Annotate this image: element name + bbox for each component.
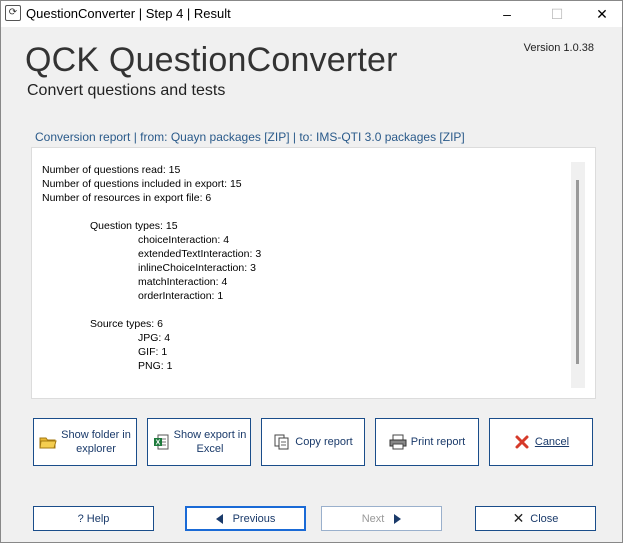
report-line: Number of questions read: 15 [42,164,181,176]
report-line: Number of resources in export file: 6 [42,192,212,204]
minimize-button[interactable]: – [484,1,530,27]
maximize-button[interactable]: ☐ [534,1,580,27]
cancel-button[interactable]: Cancel [489,418,593,466]
excel-icon: X [152,434,170,450]
next-label: Next [361,512,385,525]
svg-text:X: X [155,440,160,447]
report-line: GIF: 1 [138,346,168,358]
arrow-left-icon [215,513,223,524]
window-title: QuestionConverter | Step 4 | Result [26,6,231,21]
report-line: PNG: 1 [138,360,173,372]
show-folder-label-line2: explorer [76,443,116,455]
report-line: inlineChoiceInteraction: 3 [138,262,256,274]
next-button[interactable]: Next [321,506,442,531]
print-report-label: Print report [410,436,466,448]
arrow-right-icon [394,513,402,524]
report-line: extendedTextInteraction: 3 [138,248,262,260]
report-content: Number of questions read: 15 Number of q… [42,163,261,373]
help-label: ? Help [77,512,110,525]
folder-icon [39,434,57,450]
copy-icon [273,434,291,450]
report-line: Source types: 6 [90,318,163,330]
close-button[interactable]: ✕ Close [475,506,596,531]
close-window-button[interactable]: ✕ [579,1,623,27]
report-line: Number of questions included in export: … [42,178,242,190]
printer-icon [389,434,407,450]
cancel-label: Cancel [534,436,570,448]
report-textbox[interactable]: Number of questions read: 15 Number of q… [31,147,596,399]
print-report-button[interactable]: Print report [375,418,479,466]
report-line: JPG: 4 [138,332,171,344]
cancel-icon [513,434,531,450]
scrollbar-thumb[interactable] [576,180,579,364]
show-excel-label-line1: Show export in [173,429,247,441]
close-label: Close [530,512,559,525]
close-icon: ✕ [512,510,525,526]
report-line: choiceInteraction: 4 [138,234,230,246]
show-excel-label-line2: Excel [196,443,224,455]
copy-report-button[interactable]: Copy report [261,418,365,466]
version-label: Version 1.0.38 [523,42,594,54]
report-line: matchInteraction: 4 [138,276,228,288]
report-line: orderInteraction: 1 [138,290,224,302]
refresh-icon: ⟳ [5,5,21,21]
page-subtitle: Convert questions and tests [27,82,226,99]
previous-button[interactable]: Previous [185,506,306,531]
app-window: ⟳ QuestionConverter | Step 4 | Result – … [0,0,623,543]
report-caption: Conversion report | from: Quayn packages… [35,130,465,144]
show-folder-button[interactable]: Show folder in explorer [33,418,137,466]
help-button[interactable]: ? Help [33,506,154,531]
show-folder-label-line1: Show folder in [61,429,131,441]
copy-report-label: Copy report [295,436,353,448]
previous-label: Previous [232,512,276,525]
vertical-scrollbar[interactable] [571,162,585,388]
title-bar: ⟳ QuestionConverter | Step 4 | Result – … [1,1,622,27]
show-excel-button[interactable]: X Show export in Excel [147,418,251,466]
page-title: QCK QuestionConverter [25,41,398,79]
report-line: Question types: 15 [90,220,178,232]
